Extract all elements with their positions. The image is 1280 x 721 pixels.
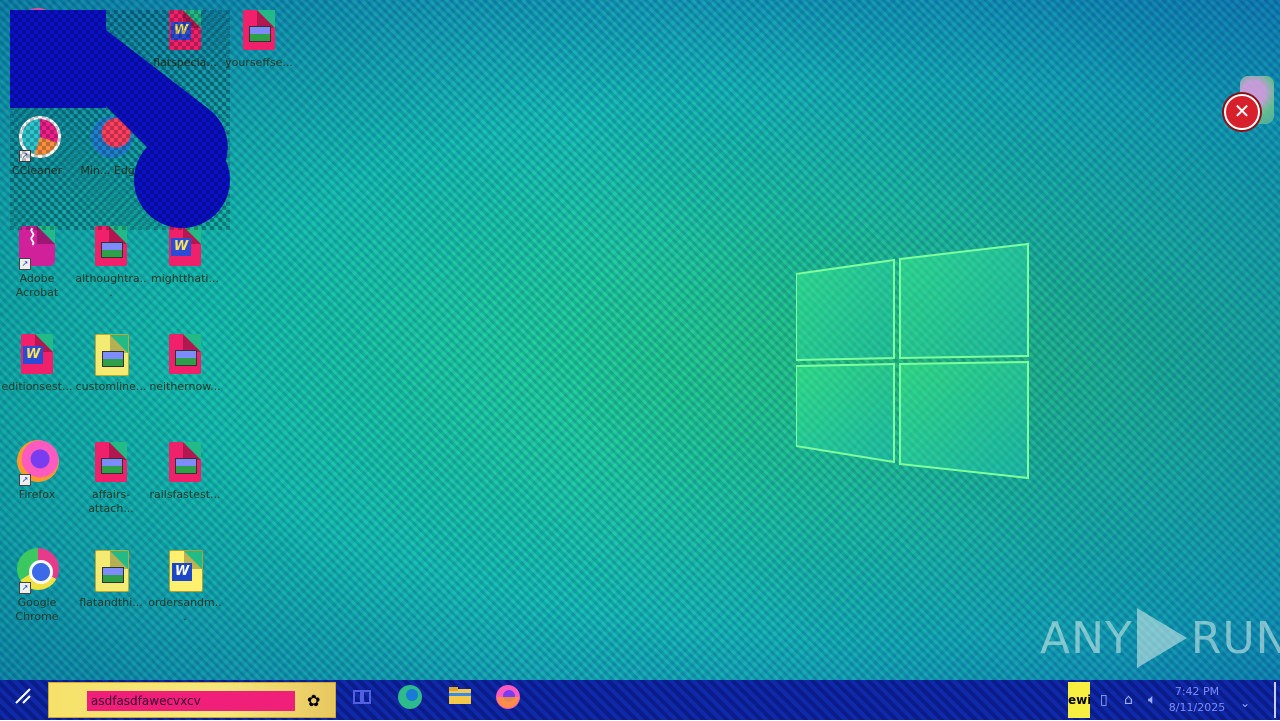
- edge-icon[interactable]: [390, 684, 430, 716]
- desktop: ↗ CCleaner ⌇ ↗ Adobe Acrobat W editionse…: [0, 0, 1280, 680]
- chevron-down-icon[interactable]: ⌄: [1240, 696, 1250, 710]
- image-document-icon: [95, 334, 129, 376]
- watermark-right-text: RUN: [1190, 612, 1280, 664]
- network-icon[interactable]: ⌂: [1124, 692, 1133, 708]
- desktop-icon-neithernow[interactable]: neithernow...: [148, 332, 222, 394]
- desktop-icon-editionsest[interactable]: W editionsest...: [0, 332, 74, 394]
- desktop-icon-firefox[interactable]: ↗ Firefox: [0, 440, 74, 502]
- task-view-icon[interactable]: [342, 684, 382, 716]
- image-document-icon: [95, 442, 127, 482]
- search-highlight-flowers-icon: ✿: [307, 691, 321, 710]
- close-icon[interactable]: ✕: [1224, 94, 1260, 130]
- clock-time: 7:42 PM: [1174, 685, 1220, 698]
- tray-app-badge[interactable]: ewi: [1068, 682, 1090, 718]
- shortcut-arrow-icon: ↗: [19, 474, 31, 486]
- desktop-icon-yourseffse[interactable]: yourseffse...: [222, 8, 296, 70]
- word-document-icon: W: [21, 334, 53, 374]
- battery-icon[interactable]: ▯: [1100, 692, 1108, 708]
- windows-logo-wallpaper: [795, 242, 1030, 480]
- desktop-icon-althoughtra[interactable]: althoughtra...: [74, 224, 148, 300]
- image-document-icon: [243, 10, 275, 50]
- clock-date: 8/11/2025: [1168, 701, 1226, 714]
- desktop-icon-affairs-attach[interactable]: affairs-attach...: [74, 440, 148, 516]
- image-document-icon: [169, 334, 201, 374]
- desktop-icon-google-chrome[interactable]: ↗ Google Chrome: [0, 548, 74, 624]
- desktop-icon-flatandthi[interactable]: flatandthi...: [74, 548, 148, 610]
- desktop-icon-customline[interactable]: customline...: [74, 332, 148, 394]
- firefox-icon[interactable]: [488, 684, 528, 716]
- desktop-icon-mightthati[interactable]: W mightthati...: [148, 224, 222, 286]
- desktop-icon-railsfastest[interactable]: railsfastest...: [148, 440, 222, 502]
- system-clock[interactable]: 7:42 PM 8/11/2025: [1166, 684, 1228, 716]
- show-desktop-button[interactable]: [1274, 682, 1276, 718]
- word-document-icon: W: [169, 550, 203, 592]
- search-input[interactable]: asdfasdfawecvxcv: [87, 691, 295, 711]
- image-document-icon: [169, 442, 201, 482]
- desktop-icon-ordersandm[interactable]: W ordersandm...: [148, 548, 222, 624]
- word-document-icon: W: [169, 226, 201, 266]
- shortcut-arrow-icon: ↗: [19, 582, 31, 594]
- image-document-icon: [95, 550, 129, 592]
- file-explorer-icon[interactable]: [440, 684, 480, 716]
- desktop-icon-adobe-acrobat[interactable]: ⌇ ↗ Adobe Acrobat: [0, 224, 74, 300]
- watermark-left-text: ANY: [1040, 612, 1133, 664]
- image-document-icon: [95, 226, 127, 266]
- play-logo-icon: [1136, 608, 1187, 668]
- anyrun-watermark: ANY RUN: [1040, 608, 1280, 668]
- taskbar-search-box[interactable]: asdfasdfawecvxcv ✿: [48, 682, 336, 718]
- close-notification-badge[interactable]: ✕: [1220, 76, 1276, 130]
- selection-blob-overlay: [10, 10, 230, 230]
- volume-icon[interactable]: 🔈︎: [1148, 692, 1156, 708]
- windows-start-icon[interactable]: [8, 686, 38, 714]
- shortcut-arrow-icon: ↗: [19, 258, 31, 270]
